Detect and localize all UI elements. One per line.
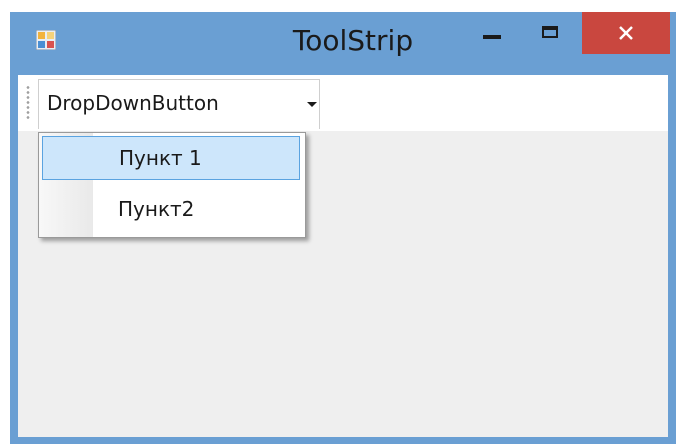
dropdown-button[interactable]: DropDownButton bbox=[38, 79, 320, 129]
dropdown-button-label: DropDownButton bbox=[47, 91, 219, 115]
close-icon bbox=[582, 12, 670, 54]
minimize-icon bbox=[483, 35, 501, 39]
form-client-area: DropDownButton bbox=[18, 75, 668, 437]
maximize-button[interactable] bbox=[526, 12, 572, 52]
title-bar[interactable]: ToolStrip bbox=[10, 12, 676, 75]
toolstrip-grip-handle[interactable] bbox=[26, 85, 30, 121]
chevron-down-icon bbox=[307, 102, 317, 107]
toolstrip: DropDownButton bbox=[18, 75, 668, 131]
menu-item-punkt-2[interactable]: Пункт2 bbox=[42, 188, 300, 232]
minimize-button[interactable] bbox=[470, 12, 516, 52]
maximize-icon bbox=[542, 26, 558, 38]
menu-item-punkt-1[interactable]: Пункт 1 bbox=[42, 136, 300, 180]
close-button[interactable] bbox=[582, 12, 670, 54]
dropdown-menu: Пункт 1 Пункт2 bbox=[38, 132, 306, 238]
